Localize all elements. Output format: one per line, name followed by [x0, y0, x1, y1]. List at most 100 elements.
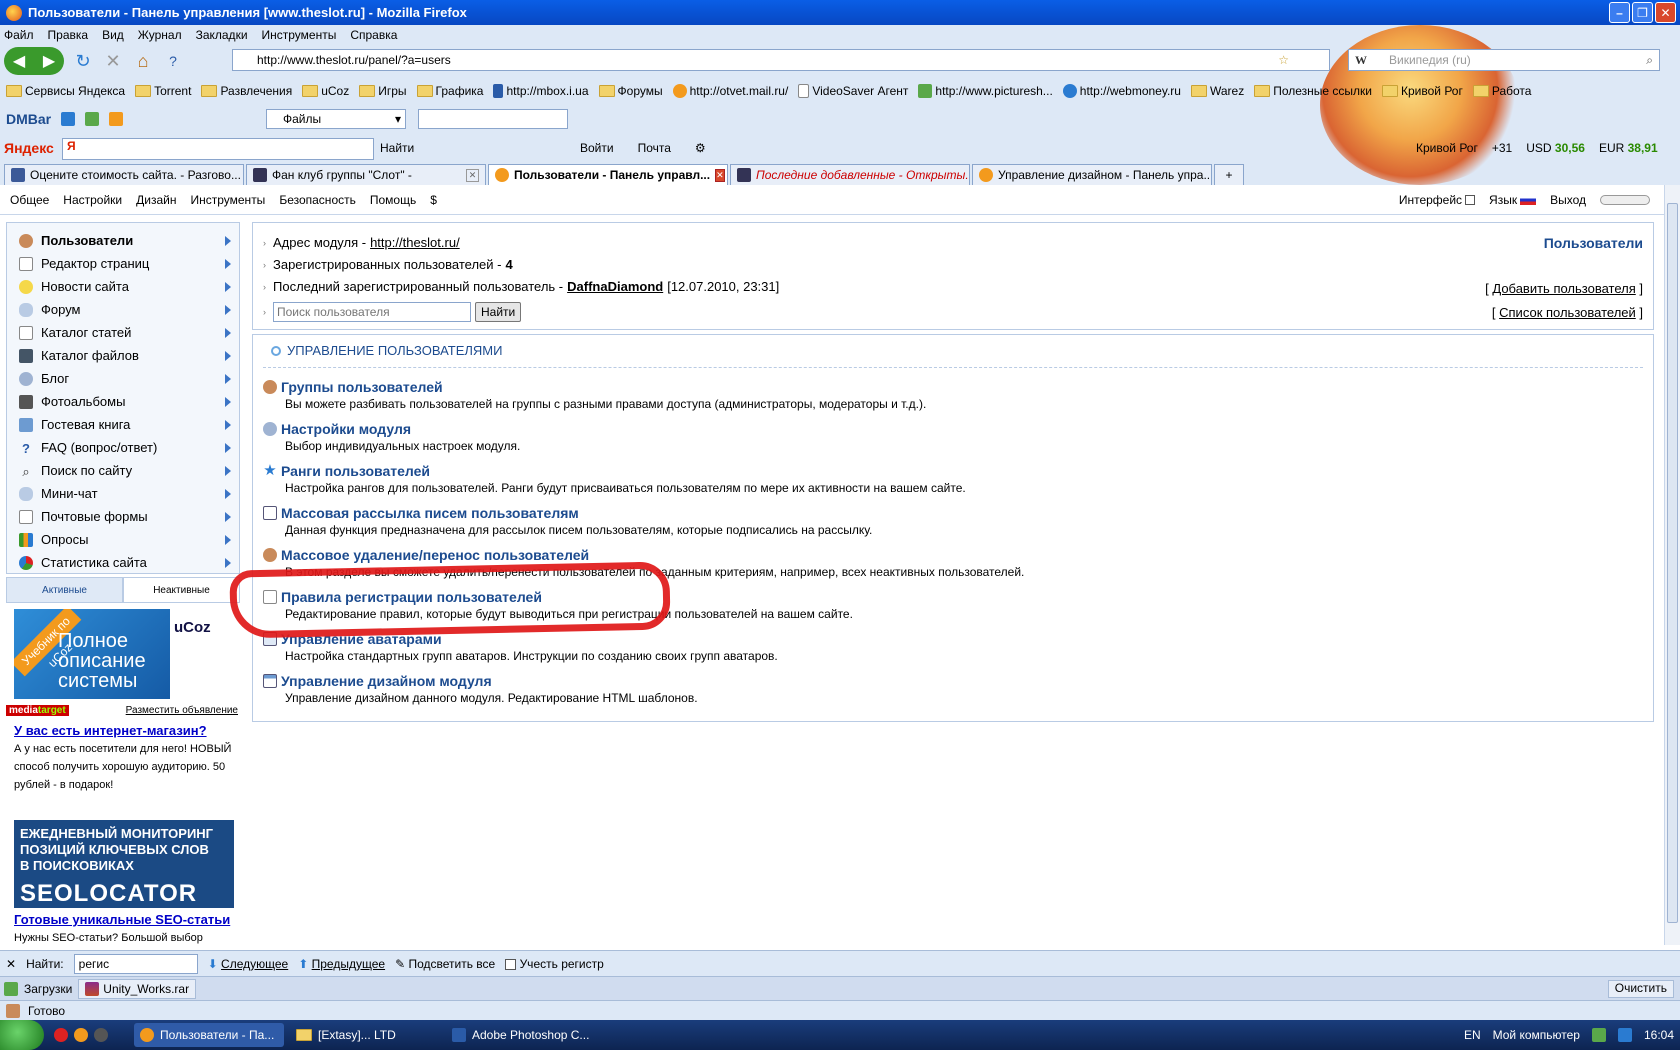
close-find-icon[interactable]: ✕ — [6, 957, 16, 971]
slider-icon[interactable] — [1600, 194, 1650, 205]
tab-users[interactable]: Пользователи - Панель управл... ✕ — [488, 164, 728, 185]
yandex-mail-button[interactable]: Почта — [638, 141, 671, 155]
sidebar-item-statistics[interactable]: Статистика сайта — [7, 551, 239, 574]
vertical-scrollbar[interactable] — [1664, 185, 1680, 945]
menu-tools[interactable]: Инструменты — [262, 28, 337, 42]
quicklaunch-icon[interactable] — [54, 1028, 68, 1042]
taskbar-firefox[interactable]: Пользователи - Па... — [134, 1023, 284, 1047]
sidebar-item-blog[interactable]: Блог — [7, 367, 239, 390]
back-forward-buttons[interactable]: ◀ ▶ — [4, 47, 64, 75]
admin-menu-general[interactable]: Общее — [10, 193, 49, 207]
sidebar-item-faq[interactable]: ? FAQ (вопрос/ответ) — [7, 436, 239, 459]
new-tab-button[interactable]: + — [1214, 164, 1244, 185]
highlight-all-button[interactable]: ✎ Подсветить все — [395, 957, 495, 971]
url-bar[interactable]: http://www.theslot.ru/panel/?a=users ☆ — [232, 49, 1330, 71]
back-arrow-icon[interactable]: ◀ — [13, 51, 25, 71]
find-next-button[interactable]: ⬇ Следующее — [208, 957, 289, 971]
yandex-find-button[interactable]: Найти — [380, 141, 414, 155]
bookmark-item[interactable]: http://webmoney.ru — [1062, 84, 1181, 98]
logout-link[interactable]: Выход — [1550, 193, 1586, 207]
tab-fanclub[interactable]: Фан клуб группы "Слот" - ✕ — [246, 164, 486, 185]
sidebar-item-news[interactable]: Новости сайта — [7, 275, 239, 298]
add-user-link[interactable]: [ Добавить пользователя ] — [1485, 281, 1643, 296]
checkbox-icon[interactable] — [1465, 195, 1476, 206]
find-prev-button[interactable]: ⬆ Предыдущее — [298, 957, 385, 971]
sidebar-item-page-editor[interactable]: Редактор страниц — [7, 252, 239, 275]
menu-edit[interactable]: Правка — [48, 28, 89, 42]
bookmark-item[interactable]: Развлечения — [201, 84, 292, 98]
bookmark-item[interactable]: Сервисы Яндекса — [6, 84, 125, 98]
find-user-button[interactable]: Найти — [475, 302, 522, 322]
user-search-input[interactable] — [273, 302, 471, 322]
last-user-link[interactable]: DaffnaDiamond — [567, 279, 663, 294]
bookmark-item[interactable]: Графика — [416, 84, 483, 98]
sidebar-item-guestbook[interactable]: Гостевая книга — [7, 413, 239, 436]
admin-menu-help[interactable]: Помощь — [370, 193, 416, 207]
bookmark-item[interactable]: Форумы — [598, 84, 663, 98]
bookmark-item[interactable]: Кривой Рог — [1382, 84, 1463, 98]
wikipedia-icon[interactable]: W — [1355, 53, 1367, 68]
bookmark-star-icon[interactable]: ☆ — [1278, 53, 1289, 67]
dmbar-tool-icon[interactable] — [61, 112, 76, 126]
dmbar-tool-icon[interactable] — [85, 112, 100, 126]
interface-toggle[interactable]: Интерфейс — [1399, 193, 1476, 207]
scrollbar-thumb[interactable] — [1667, 203, 1678, 923]
language-indicator[interactable]: EN — [1464, 1028, 1481, 1042]
forward-arrow-icon[interactable]: ▶ — [43, 51, 55, 71]
yandex-login-button[interactable]: Войти — [580, 141, 614, 155]
tab-recent[interactable]: Последние добавленные - Открыты...✕ — [730, 164, 970, 185]
menu-help[interactable]: Справка — [350, 28, 397, 42]
menu-view[interactable]: Вид — [102, 28, 124, 42]
help-icon[interactable]: ? — [160, 48, 186, 74]
bookmark-item[interactable]: http://mbox.i.ua — [493, 84, 589, 98]
menu-bookmarks[interactable]: Закладки — [196, 28, 248, 42]
sidebar-item-search[interactable]: ⌕ Поиск по сайту — [7, 459, 239, 482]
close-window-button[interactable]: ✕ — [1655, 2, 1676, 23]
close-tab-icon[interactable]: ✕ — [466, 168, 479, 182]
tray-icon[interactable] — [1591, 1028, 1606, 1042]
taskbar-photoshop[interactable]: Adobe Photoshop C... — [446, 1023, 596, 1047]
bookmark-item[interactable]: uCoz — [302, 84, 349, 98]
sidebar-item-files[interactable]: Каталог файлов — [7, 344, 239, 367]
ucoz-banner-ad[interactable]: Учебник по uCoz Полное описание системы … — [14, 609, 234, 699]
sidebar-item-polls[interactable]: Опросы — [7, 528, 239, 551]
search-icon[interactable]: ⌕ — [1646, 53, 1653, 68]
bookmark-item[interactable]: Torrent — [135, 84, 191, 98]
bookmark-item[interactable]: http://www.picturesh... — [918, 84, 1053, 98]
tab-rating[interactable]: Оцените стоимость сайта. - Разгово...✕ — [4, 164, 244, 185]
tab-inactive-modules[interactable]: Неактивные — [123, 577, 240, 603]
gear-icon[interactable]: ⚙ — [695, 141, 706, 155]
home-icon[interactable]: ⌂ — [130, 48, 156, 74]
find-input[interactable] — [73, 953, 198, 974]
stop-icon[interactable]: ✕ — [100, 48, 126, 74]
dmbar-select[interactable]: Файлы ▾ — [266, 109, 406, 129]
place-ad-link[interactable]: Разместить объявление — [126, 705, 238, 716]
bookmark-item[interactable]: Игры — [359, 84, 407, 98]
sidebar-item-photos[interactable]: Фотоальбомы — [7, 390, 239, 413]
taskbar-folder[interactable]: [Extasy]... LTD — [290, 1023, 440, 1047]
bookmark-item[interactable]: Полезные ссылки — [1254, 84, 1372, 98]
bookmark-item[interactable]: Warez — [1190, 84, 1244, 98]
seolocator-banner-ad[interactable]: ЕЖЕДНЕВНЫЙ МОНИТОРИНГ ПОЗИЦИЙ КЛЮЧЕВЫХ С… — [14, 820, 234, 908]
checkbox-icon[interactable] — [505, 958, 517, 970]
ad-shop-title[interactable]: У вас есть интернет-магазин? — [14, 722, 236, 740]
match-case-checkbox[interactable]: Учесть регистр — [505, 957, 604, 971]
close-tab-icon[interactable]: ✕ — [715, 168, 725, 182]
admin-menu-settings[interactable]: Настройки — [63, 193, 122, 207]
weather-city[interactable]: Кривой Рог — [1416, 141, 1478, 155]
sidebar-item-mail-forms[interactable]: Почтовые формы — [7, 505, 239, 528]
download-item[interactable]: Unity_Works.rar — [78, 978, 197, 999]
start-button[interactable] — [0, 1020, 44, 1050]
reload-icon[interactable]: ↻ — [70, 48, 96, 74]
minimize-button[interactable]: – — [1609, 2, 1630, 23]
ad-seo-title[interactable]: Готовые уникальные SEO-статьи — [14, 911, 236, 929]
my-computer-label[interactable]: Мой компьютер — [1493, 1028, 1580, 1042]
search-box[interactable]: W Википедия (ru) ⌕ — [1348, 49, 1660, 71]
bookmark-item[interactable]: http://otvet.mail.ru/ — [672, 84, 788, 98]
menu-history[interactable]: Журнал — [138, 28, 182, 42]
sidebar-item-forum[interactable]: Форум — [7, 298, 239, 321]
user-list-link[interactable]: [ Список пользователей ] — [1492, 305, 1643, 320]
tab-active-modules[interactable]: Активные — [6, 577, 123, 603]
module-address-link[interactable]: http://theslot.ru/ — [370, 235, 460, 250]
language-selector[interactable]: Язык — [1489, 193, 1537, 207]
